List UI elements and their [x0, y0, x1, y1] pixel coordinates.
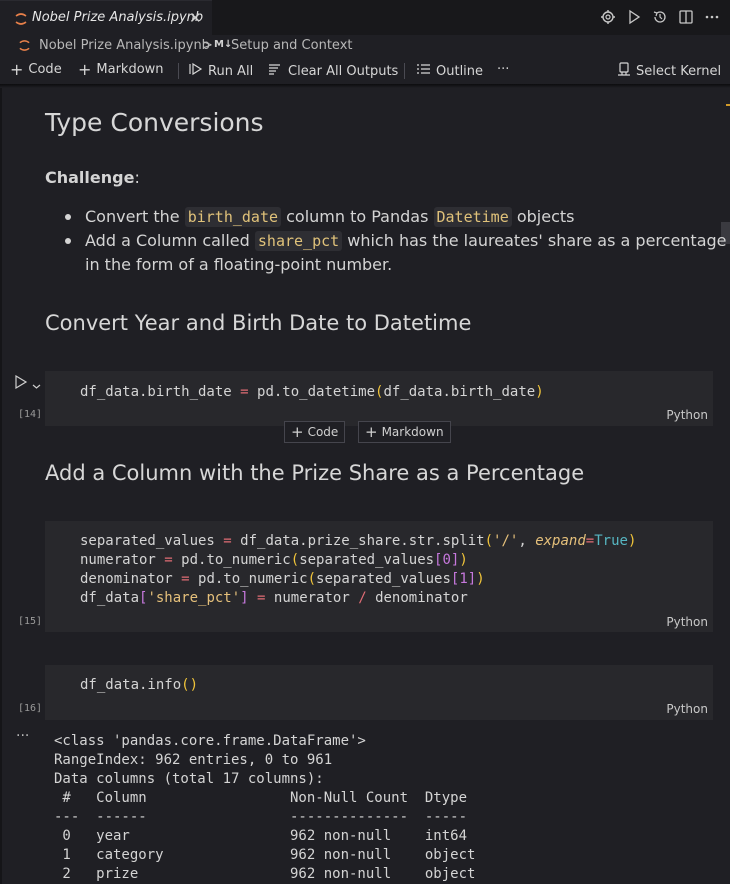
select-kernel-label: Select Kernel: [636, 63, 722, 79]
inline-code: birth_date: [184, 207, 282, 227]
breadcrumb-separator: >: [202, 38, 213, 53]
run-icon[interactable]: [626, 9, 642, 25]
output-line: 2 prize 962 non-null object: [54, 866, 476, 882]
list-item: Convert the birth_date column to Pandas …: [63, 205, 727, 229]
history-icon[interactable]: [652, 9, 668, 25]
clear-all-icon: [268, 62, 283, 80]
insert-code-label: Code: [307, 425, 339, 439]
gutter-edge: [0, 88, 2, 884]
tab-bar: Nobel Prize Analysis.ipynb ✕: [0, 0, 730, 35]
output-line: RangeIndex: 962 entries, 0 to 961: [54, 752, 333, 768]
add-markdown-button[interactable]: + Markdown: [78, 59, 164, 79]
bullet2-text: Add a Column called: [85, 231, 255, 250]
bullet1-text: objects: [511, 207, 575, 226]
kernel-icon: [617, 62, 631, 80]
jupyter-icon: [14, 11, 28, 25]
toolbar-shadow: [0, 84, 730, 88]
bullet1-text: column to Pandas: [281, 207, 434, 226]
cell-language[interactable]: Python: [666, 615, 708, 629]
insert-markdown-label: Markdown: [381, 425, 444, 439]
insert-markdown-cell-button[interactable]: + Markdown: [358, 421, 451, 443]
breadcrumb-file[interactable]: Nobel Prize Analysis.ipynb: [39, 38, 210, 53]
list-icon: [416, 62, 431, 80]
split-editor-icon[interactable]: [678, 9, 694, 25]
output-actions-icon[interactable]: ···: [16, 728, 29, 744]
markdown-icon: M↓: [214, 39, 233, 50]
challenge-list: Convert the birth_date column to Pandas …: [63, 205, 727, 276]
outline-button[interactable]: Outline: [416, 62, 483, 80]
output-line: # Column Non-Null Count Dtype: [54, 790, 476, 806]
plus-icon: +: [291, 423, 304, 441]
editor-actions: [600, 9, 720, 25]
notebook-tab[interactable]: Nobel Prize Analysis.ipynb ✕: [0, 0, 212, 35]
output-line: 0 year 962 non-null int64: [54, 828, 476, 844]
run-cell-icon[interactable]: [14, 374, 28, 393]
output-line: 1 category 962 non-null object: [54, 847, 476, 863]
bullet1-text: Convert the: [85, 207, 185, 226]
code-editor[interactable]: df_data.info(): [80, 676, 198, 695]
notebook-toolbar: + Code + Markdown Run All Clear All Output…: [0, 58, 730, 85]
clear-outputs-button[interactable]: Clear All Outputs: [268, 62, 398, 80]
insert-code-cell-button[interactable]: + Code: [284, 421, 346, 443]
chevron-down-icon[interactable]: [32, 376, 41, 395]
heading-type-conversions: Type Conversions: [45, 108, 264, 137]
add-code-label: Code: [28, 62, 62, 77]
run-all-icon: [189, 62, 203, 80]
jupyter-icon: [18, 39, 31, 56]
toolbar-divider: [404, 63, 405, 79]
challenge-paragraph: Challenge:: [45, 168, 140, 187]
heading-prize-share: Add a Column with the Prize Share as a P…: [45, 461, 585, 485]
cell-language[interactable]: Python: [666, 408, 708, 422]
inline-code: share_pct: [254, 231, 343, 251]
code-cell[interactable]: df_data.info() Python: [45, 665, 713, 720]
code-cell[interactable]: separated_values = df_data.prize_share.s…: [45, 521, 713, 632]
challenge-colon: :: [134, 168, 140, 187]
execution-count: [16]: [18, 703, 43, 714]
bullet2-text-line2: in the form of a floating-point number.: [85, 255, 393, 274]
add-code-button[interactable]: + Code: [10, 59, 62, 79]
run-all-button[interactable]: Run All: [189, 62, 253, 80]
execution-count: [14]: [18, 409, 43, 420]
select-kernel-button[interactable]: Select Kernel: [617, 62, 721, 80]
breadcrumb: Nobel Prize Analysis.ipynb > M↓ Setup an…: [0, 36, 730, 56]
more-toolbar-button[interactable]: ···: [497, 62, 509, 77]
close-icon[interactable]: ✕: [189, 9, 202, 27]
breadcrumb-section[interactable]: Setup and Context: [231, 38, 353, 53]
inline-code: Datetime: [433, 207, 512, 227]
cell-language[interactable]: Python: [666, 702, 708, 716]
list-item-continuation: in the form of a floating-point number.: [63, 253, 727, 276]
output-line: Data columns (total 17 columns):: [54, 771, 324, 787]
more-actions-icon[interactable]: [704, 9, 720, 25]
scroll-marker: [726, 104, 730, 106]
code-editor[interactable]: separated_values = df_data.prize_share.s…: [80, 532, 636, 608]
execution-count: [15]: [18, 616, 43, 627]
output-line: --- ------ -------------- -----: [54, 809, 476, 825]
cell-output: <class 'pandas.core.frame.DataFrame'> Ran…: [54, 732, 475, 884]
clear-outputs-label: Clear All Outputs: [288, 63, 399, 79]
add-markdown-label: Markdown: [96, 62, 164, 77]
tab-title: Nobel Prize Analysis.ipynb: [32, 10, 204, 25]
plus-icon: +: [365, 423, 378, 441]
heading-convert-datetime: Convert Year and Birth Date to Datetime: [45, 311, 472, 335]
run-all-label: Run All: [208, 63, 254, 79]
settings-gear-icon[interactable]: [600, 9, 616, 25]
toolbar-divider: [178, 63, 179, 79]
code-cell[interactable]: df_data.birth_date = pd.to_datetime(df_d…: [45, 371, 713, 426]
code-editor[interactable]: df_data.birth_date = pd.to_datetime(df_d…: [80, 383, 544, 402]
bullet2-text: which has the laureates' share as a perc…: [342, 231, 727, 250]
outline-label: Outline: [436, 63, 484, 79]
list-item: Add a Column called share_pct which has …: [63, 229, 727, 253]
plus-icon: +: [78, 59, 92, 79]
output-line: <class 'pandas.core.frame.DataFrame'>: [54, 733, 366, 749]
challenge-label: Challenge: [45, 168, 135, 187]
plus-icon: +: [10, 59, 24, 79]
